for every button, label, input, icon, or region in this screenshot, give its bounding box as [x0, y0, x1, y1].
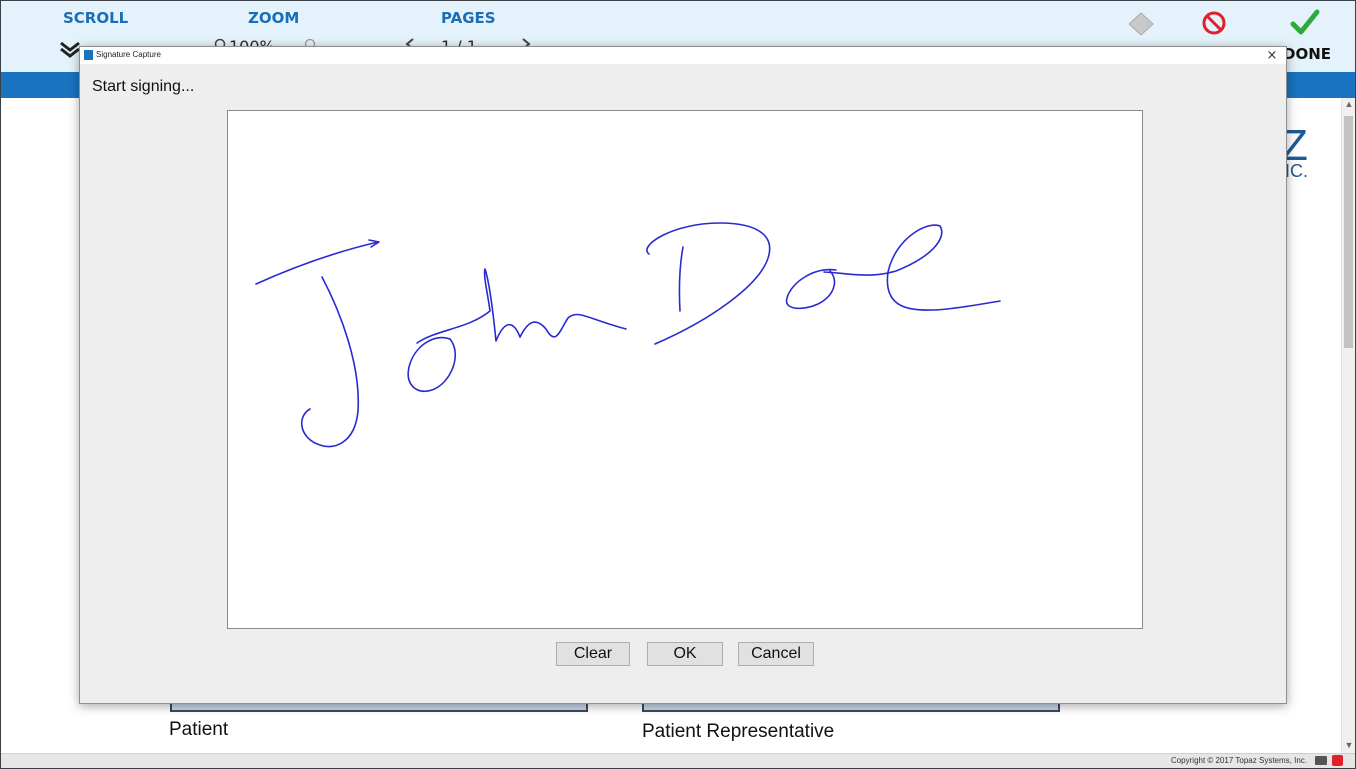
scroll-thumb[interactable]: [1344, 116, 1353, 348]
checkmark-icon[interactable]: [1290, 9, 1320, 42]
signing-prompt: Start signing...: [92, 78, 195, 95]
done-button[interactable]: DONE: [1283, 45, 1331, 63]
dialog-close-button[interactable]: ×: [1264, 47, 1280, 64]
dialog-titlebar: Signature Capture ×: [80, 47, 1286, 64]
copyright-text: Copyright © 2017 Topaz Systems, Inc.: [1170, 756, 1307, 765]
eraser-icon[interactable]: [1127, 11, 1155, 42]
pages-label: PAGES: [441, 9, 496, 27]
cancel-icon[interactable]: [1201, 10, 1227, 41]
signature-ink: [255, 222, 1001, 448]
cancel-button[interactable]: Cancel: [738, 642, 814, 666]
clear-button[interactable]: Clear: [556, 642, 630, 666]
ok-button[interactable]: OK: [647, 642, 723, 666]
dialog-title: Signature Capture: [96, 50, 161, 59]
status-bar: Copyright © 2017 Topaz Systems, Inc.: [1, 753, 1355, 768]
company-logo-suffix: IC.: [1285, 161, 1309, 181]
patient-representative-label: Patient Representative: [642, 721, 835, 742]
zoom-label: ZOOM: [248, 9, 300, 27]
vertical-scrollbar[interactable]: ▲ ▼: [1341, 98, 1355, 753]
scroll-up-arrow[interactable]: ▲: [1343, 98, 1355, 110]
scroll-down-arrow[interactable]: ▼: [1343, 739, 1355, 751]
double-chevron-down-icon[interactable]: [59, 39, 81, 64]
signature-capture-dialog: Signature Capture × Start signing... Cle…: [79, 46, 1287, 704]
patient-label: Patient: [169, 719, 229, 740]
app-icon: [84, 50, 93, 60]
printer-icon[interactable]: [1315, 756, 1327, 765]
close-document-icon[interactable]: [1332, 755, 1343, 766]
scroll-label: SCROLL: [63, 9, 129, 27]
app-window: SCROLL ZOOM PAGES 100% 1 / 1 DONE: [0, 0, 1356, 769]
signature-pad[interactable]: [227, 110, 1143, 629]
